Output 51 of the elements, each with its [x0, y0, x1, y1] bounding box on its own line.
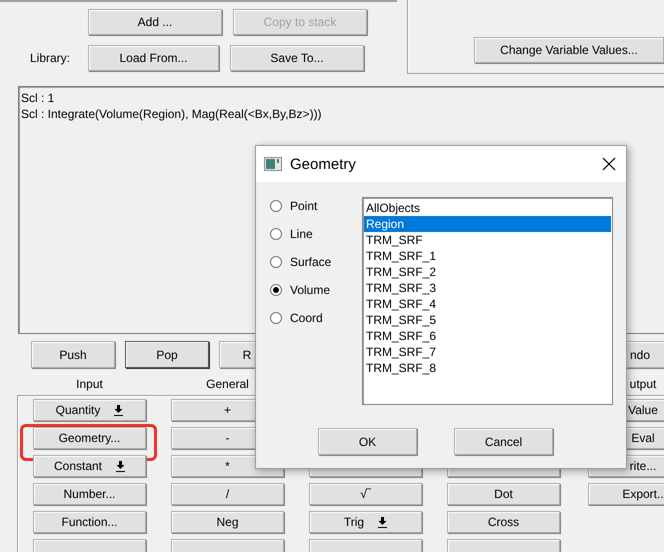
radio-button[interactable] — [270, 284, 282, 296]
expression-line: Scl : 1 — [21, 90, 56, 106]
radio-option[interactable]: Line — [270, 226, 362, 242]
push-button[interactable]: Push — [31, 341, 115, 368]
object-list[interactable]: AllObjects Region TRM_SRF TRM_SRF_1 TRM_SRF_2 TRM_SRF_3 TRM_SRF_4 TRM_SRF_5 TRM_SRF_6 TRM_SRF_7 TRM_SRF_8 — [362, 197, 613, 405]
list-item[interactable]: TRM_SRF_6 — [364, 328, 611, 344]
column-header: General — [206, 377, 249, 391]
palette-button[interactable]: Geometry... — [33, 427, 146, 449]
window-icon — [264, 157, 282, 171]
list-item[interactable]: TRM_SRF_5 — [364, 312, 611, 328]
radio-button[interactable] — [270, 200, 282, 212]
radio-button[interactable] — [270, 256, 282, 268]
list-item[interactable]: TRM_SRF_7 — [364, 344, 611, 360]
palette-button[interactable]: √‾ — [309, 483, 422, 505]
radio-button[interactable] — [270, 312, 282, 324]
list-item[interactable]: TRM_SRF — [364, 232, 611, 248]
radio-option[interactable]: Point — [270, 198, 362, 214]
push-button[interactable]: Save To... — [230, 45, 364, 71]
radio-option[interactable]: Surface — [270, 254, 362, 270]
list-item[interactable]: Region — [364, 216, 611, 232]
expression-line: Scl : Integrate(Volume(Region), Mag(Real(<Bx,By,Bz>))) — [21, 106, 323, 122]
push-button[interactable]: Load From... — [88, 45, 219, 71]
palette-button[interactable]: Function... — [33, 511, 146, 533]
palette-button[interactable]: / — [171, 483, 284, 505]
palette-button[interactable]: Dot — [447, 483, 560, 505]
radio-option[interactable]: Coord — [270, 310, 362, 326]
library-label: Library: — [30, 51, 72, 65]
list-item[interactable]: TRM_SRF_1 — [364, 248, 611, 264]
dialog-button[interactable]: OK — [318, 428, 417, 455]
palette-button[interactable]: Trig — [309, 511, 422, 533]
dialog-button[interactable]: Cancel — [454, 428, 553, 455]
list-item[interactable]: TRM_SRF_3 — [364, 280, 611, 296]
dialog-title: Geometry — [290, 156, 357, 172]
list-item[interactable]: AllObjects — [364, 200, 611, 216]
radio-button[interactable] — [270, 228, 282, 240]
column-header: utput — [630, 377, 656, 391]
palette-button[interactable]: Constant — [33, 455, 146, 477]
list-item[interactable]: TRM_SRF_4 — [364, 296, 611, 312]
palette-button[interactable]: Number... — [33, 483, 146, 505]
palette-button[interactable]: Quantity — [33, 399, 146, 421]
push-button[interactable]: Add ... — [88, 9, 222, 35]
palette-button[interactable]: Export.. — [588, 483, 664, 505]
list-item[interactable]: TRM_SRF_2 — [364, 264, 611, 280]
close-icon[interactable] — [602, 157, 616, 171]
palette-button[interactable]: Cross — [447, 511, 560, 533]
column-header: Input — [76, 377, 103, 391]
palette-button[interactable]: Neg — [171, 511, 284, 533]
list-item[interactable]: TRM_SRF_8 — [364, 360, 611, 376]
change-variables-button[interactable]: Change Variable Values... — [474, 37, 664, 63]
push-button[interactable]: Pop — [125, 341, 209, 368]
radio-option[interactable]: Volume — [270, 282, 362, 298]
